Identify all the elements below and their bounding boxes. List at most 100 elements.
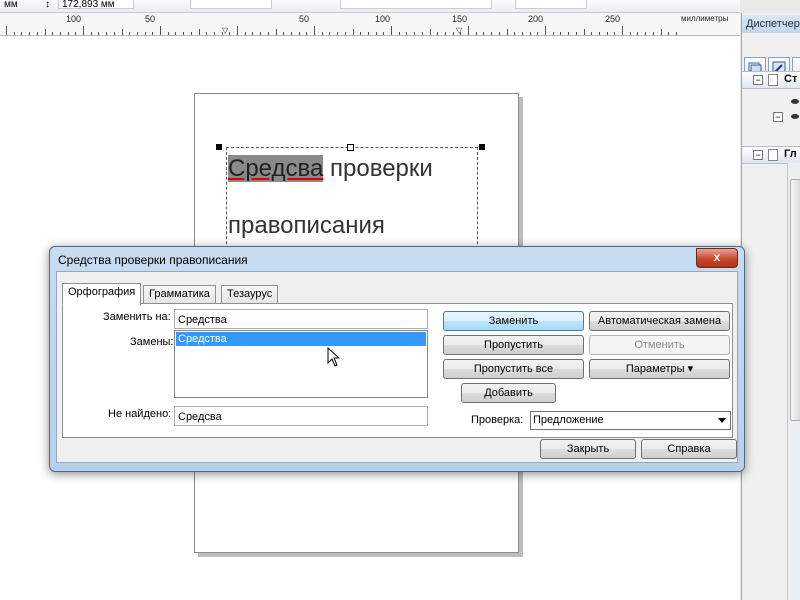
options-label: Параметры xyxy=(625,363,685,375)
page-group-label: Ст xyxy=(784,73,798,85)
toolbar-field-1[interactable] xyxy=(190,0,272,9)
ruler-tick xyxy=(629,32,631,35)
ruler-tick xyxy=(44,29,46,35)
ruler-tick xyxy=(29,32,31,35)
document-text-line-2[interactable]: правописания xyxy=(228,212,385,240)
ruler-tick xyxy=(614,32,616,35)
ruler-tick xyxy=(622,26,623,35)
list-item[interactable]: Средства xyxy=(176,332,426,346)
help-button[interactable]: Справка xyxy=(641,439,737,459)
height-value: 172,893 мм xyxy=(62,0,115,10)
ruler-tick xyxy=(6,26,7,35)
ruler-tick xyxy=(52,32,54,35)
ruler-tick xyxy=(491,32,493,35)
ruler-tick xyxy=(645,32,647,35)
collapse-icon[interactable]: − xyxy=(753,75,763,85)
ruler-tick xyxy=(21,32,23,35)
replace-with-label: Заменить на: xyxy=(103,311,171,323)
indent-marker-icon[interactable]: ▽ xyxy=(222,27,228,35)
ruler-tick xyxy=(144,32,146,35)
ruler-tick xyxy=(383,32,385,35)
page-icon xyxy=(768,149,778,161)
ruler-tick xyxy=(521,32,523,35)
replace-with-input[interactable]: Средства xyxy=(174,309,428,329)
options-button[interactable]: Параметры ▾ xyxy=(589,359,730,379)
ruler-tick xyxy=(329,32,331,35)
ruler-tick xyxy=(206,32,208,35)
ruler-tick xyxy=(175,32,177,35)
check-label: Проверка: xyxy=(471,414,524,426)
ruler-tick xyxy=(36,32,38,35)
ruler-tick xyxy=(506,29,508,35)
ruler-label: 250 xyxy=(605,14,621,24)
ruler-tick xyxy=(575,32,577,35)
ruler-tick xyxy=(190,32,192,35)
ruler-tick xyxy=(460,32,462,35)
tab-spelling[interactable]: Орфография xyxy=(62,283,142,306)
ruler-tick xyxy=(275,29,277,35)
ruler-tick xyxy=(537,32,539,35)
ruler-tick xyxy=(568,32,570,35)
ruler-tick xyxy=(545,26,546,35)
ruler-tick xyxy=(252,32,254,35)
tab-grammar[interactable]: Грамматика xyxy=(143,285,216,305)
ruler-tick xyxy=(429,29,431,35)
collapse-icon[interactable]: − xyxy=(773,112,783,122)
docker-title[interactable]: Диспетчер xyxy=(742,15,800,33)
selection-handle[interactable] xyxy=(216,144,222,150)
ruler-label: 200 xyxy=(528,14,544,24)
page-icon xyxy=(768,74,778,86)
eye-icon[interactable] xyxy=(791,99,799,104)
close-button[interactable]: Закрыть xyxy=(540,439,636,459)
ruler-units: миллиметры xyxy=(681,14,729,23)
document-text-line-1[interactable]: Средсва проверки xyxy=(228,155,433,183)
ruler-tick xyxy=(167,32,169,35)
ruler-tick xyxy=(136,32,138,35)
page-group-2[interactable]: − Гл xyxy=(742,146,800,164)
ruler-label: 100 xyxy=(375,14,391,24)
selection-handle[interactable] xyxy=(479,144,485,150)
horizontal-ruler: 100 50 50 100 150 200 250 миллиметры ▽ ▽ xyxy=(0,13,740,36)
add-button[interactable]: Добавить xyxy=(461,383,556,403)
close-icon[interactable]: x xyxy=(696,248,738,268)
unit-text: мм xyxy=(4,0,18,10)
ruler-tick xyxy=(406,32,408,35)
ruler-tick xyxy=(160,26,161,35)
eye-icon[interactable] xyxy=(791,114,799,119)
docker-scrollbar[interactable] xyxy=(787,163,800,600)
skip-button[interactable]: Пропустить xyxy=(443,335,584,355)
scrollbar-thumb[interactable] xyxy=(790,179,800,421)
ruler-tick xyxy=(421,32,423,35)
ruler-tick xyxy=(244,32,246,35)
ruler-tick xyxy=(360,32,362,35)
dialog-title: Средства проверки правописания xyxy=(58,253,248,267)
check-mode-select[interactable]: Предложение xyxy=(530,411,731,430)
ruler-tick xyxy=(13,32,15,35)
undo-button[interactable]: Отменить xyxy=(589,335,730,355)
ruler-tick xyxy=(83,26,84,35)
toolbar-field-3[interactable] xyxy=(515,0,587,9)
ruler-tick xyxy=(514,32,516,35)
not-found-field[interactable]: Средсва xyxy=(174,406,428,426)
ruler-tick xyxy=(652,32,654,35)
auto-replace-button[interactable]: Автоматическая замена xyxy=(589,311,730,331)
ruler-tick xyxy=(375,32,377,35)
not-found-label: Не найдено: xyxy=(108,408,172,420)
selection-handle-top[interactable] xyxy=(347,144,354,151)
replacements-label: Замены: xyxy=(130,336,174,348)
tab-thesaurus[interactable]: Тезаурус xyxy=(221,285,279,305)
ruler-tick xyxy=(352,29,354,35)
toolbar-field-2[interactable] xyxy=(340,0,492,9)
replace-button[interactable]: Заменить xyxy=(443,311,584,331)
collapse-icon[interactable]: − xyxy=(753,150,763,160)
ruler-tick xyxy=(660,29,662,35)
suggestions-list[interactable]: Средства xyxy=(174,330,428,398)
ruler-tick xyxy=(90,32,92,35)
height-icon: ↕ xyxy=(45,0,50,10)
ruler-tick xyxy=(67,32,69,35)
ruler-tick xyxy=(106,32,108,35)
skip-all-button[interactable]: Пропустить все xyxy=(443,359,584,379)
page-group-1[interactable]: − Ст xyxy=(742,71,800,89)
ruler-label: 50 xyxy=(299,14,310,24)
mouse-cursor-icon xyxy=(327,347,341,367)
